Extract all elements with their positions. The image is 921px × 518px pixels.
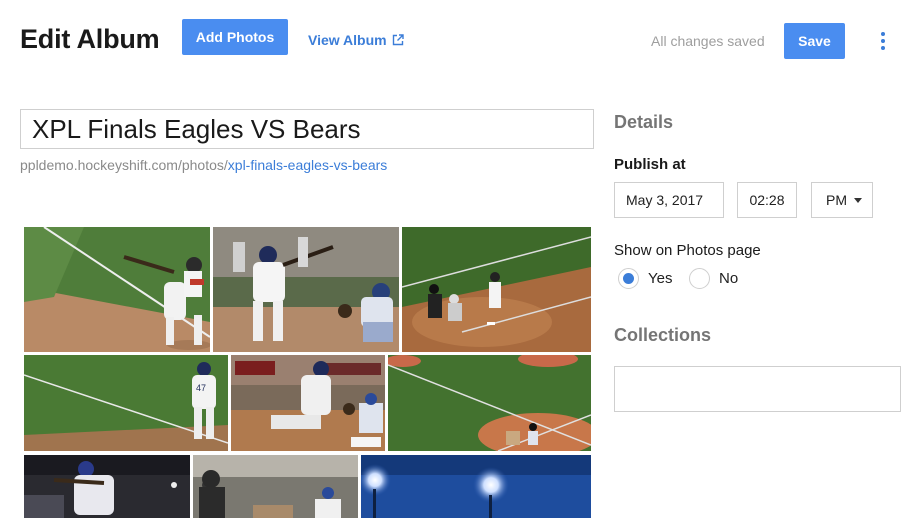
show-yes-label: Yes xyxy=(648,270,673,287)
view-album-label: View Album xyxy=(308,32,387,48)
details-heading: Details xyxy=(614,112,674,132)
collections-input[interactable] xyxy=(614,366,901,412)
album-url-slug[interactable]: xpl-finals-eagles-vs-bears xyxy=(228,157,388,173)
radio-checked-icon xyxy=(618,268,639,289)
publish-time-field[interactable]: 02:28 xyxy=(737,182,797,218)
album-title-input[interactable] xyxy=(20,109,594,149)
stadium-lights-photo[interactable] xyxy=(361,455,591,518)
bunt-photo[interactable] xyxy=(24,455,190,518)
save-status: All changes saved xyxy=(651,33,765,49)
collections-heading: Collections xyxy=(614,325,712,345)
ampm-select[interactable]: PM xyxy=(811,182,873,218)
publish-date-field[interactable]: May 3, 2017 xyxy=(614,182,724,218)
player-47-field-photo[interactable]: 47 xyxy=(24,355,228,451)
external-link-icon xyxy=(392,34,404,46)
show-no-radio[interactable]: No xyxy=(689,268,738,289)
batter-swing-photo[interactable] xyxy=(24,227,210,352)
infield-wide-photo[interactable] xyxy=(388,355,591,451)
show-yes-radio[interactable]: Yes xyxy=(618,268,672,289)
publish-at-label: Publish at xyxy=(614,156,686,173)
album-url: ppldemo.hockeyshift.com/photos/xpl-final… xyxy=(20,157,387,173)
album-url-base: ppldemo.hockeyshift.com/photos/ xyxy=(20,157,228,173)
caret-down-icon xyxy=(854,197,862,203)
show-on-photos-label: Show on Photos page xyxy=(614,242,761,259)
slide-into-base-photo[interactable] xyxy=(231,355,385,451)
view-album-link[interactable]: View Album xyxy=(308,32,404,48)
more-vert-icon[interactable] xyxy=(874,31,892,51)
svg-text:47: 47 xyxy=(196,383,206,393)
show-no-label: No xyxy=(719,270,739,287)
page-title: Edit Album xyxy=(20,24,160,54)
save-button[interactable]: Save xyxy=(784,23,845,59)
add-photos-button[interactable]: Add Photos xyxy=(182,19,288,55)
home-plate-wide-photo[interactable] xyxy=(402,227,591,352)
ampm-value: PM xyxy=(826,192,847,208)
batter-catcher-photo[interactable] xyxy=(213,227,399,352)
umpire-batter-photo[interactable] xyxy=(193,455,358,518)
radio-unchecked-icon xyxy=(689,268,710,289)
